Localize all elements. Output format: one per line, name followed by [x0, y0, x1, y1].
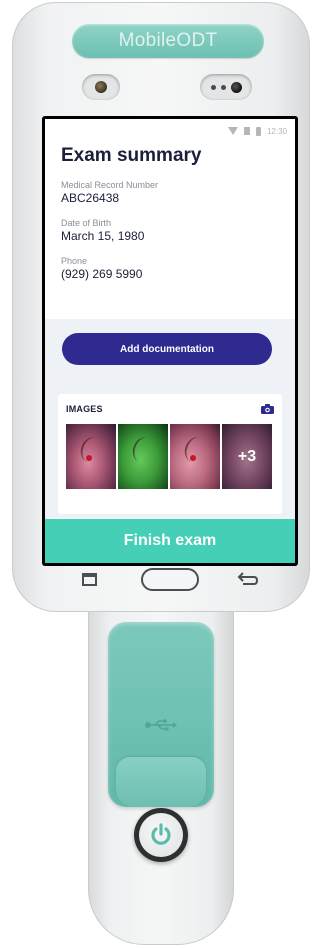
- signal-icon: [243, 127, 250, 135]
- cartridge-lip: [116, 757, 206, 807]
- camera-lens-icon: [95, 81, 107, 93]
- device-screen: 12:30 Exam summary Medical Record Number…: [42, 116, 298, 566]
- images-card: IMAGES +3: [58, 394, 282, 514]
- images-title: IMAGES: [66, 404, 103, 414]
- battery-icon: [255, 126, 261, 136]
- sensor-lens-icon: [230, 81, 242, 93]
- page-title: Exam summary: [61, 145, 202, 166]
- back-icon[interactable]: [237, 572, 259, 588]
- home-button[interactable]: [141, 568, 199, 591]
- status-time: 12:30: [266, 126, 287, 136]
- sensor-dot-icon: [210, 84, 216, 90]
- thumb-detail: [77, 434, 107, 466]
- image-thumbnail[interactable]: [170, 424, 220, 489]
- image-thumbnail[interactable]: [66, 424, 116, 489]
- sensor-dot-icon: [220, 84, 226, 90]
- more-images-count: +3: [222, 424, 272, 489]
- proximity-sensor: [200, 74, 252, 100]
- front-camera: [82, 74, 120, 100]
- power-button[interactable]: [134, 808, 188, 862]
- phone-value: (929) 269 5990: [61, 267, 143, 281]
- thumb-detail: [181, 434, 211, 466]
- patient-info-card: Exam summary Medical Record Number ABC26…: [45, 143, 295, 319]
- wifi-icon: [227, 127, 238, 135]
- power-icon: [151, 823, 171, 845]
- image-thumbnails: +3: [66, 424, 274, 489]
- camera-icon[interactable]: [261, 404, 274, 414]
- app-view: 12:30 Exam summary Medical Record Number…: [45, 119, 295, 563]
- phone-label: Phone: [61, 256, 88, 266]
- mrn-label: Medical Record Number: [61, 180, 159, 190]
- status-bar: 12:30: [45, 119, 295, 143]
- add-documentation-button[interactable]: Add documentation: [62, 333, 272, 365]
- finish-exam-button[interactable]: Finish exam: [45, 519, 295, 563]
- mrn-value: ABC26438: [61, 191, 120, 205]
- usb-icon: [145, 719, 177, 731]
- dob-value: March 15, 1980: [61, 229, 145, 243]
- image-thumbnail[interactable]: [118, 424, 168, 489]
- brand-logo: MobileODT: [72, 24, 264, 58]
- brand-name: MobileODT: [118, 30, 218, 51]
- dob-label: Date of Birth: [61, 218, 112, 228]
- image-thumbnail-more[interactable]: +3: [222, 424, 272, 489]
- recent-apps-icon[interactable]: [82, 573, 97, 586]
- images-header: IMAGES: [66, 404, 274, 414]
- power-button-face: [139, 813, 183, 857]
- android-nav-bar: [42, 566, 298, 594]
- thumb-detail: [129, 434, 159, 466]
- usb-cartridge: [108, 622, 214, 807]
